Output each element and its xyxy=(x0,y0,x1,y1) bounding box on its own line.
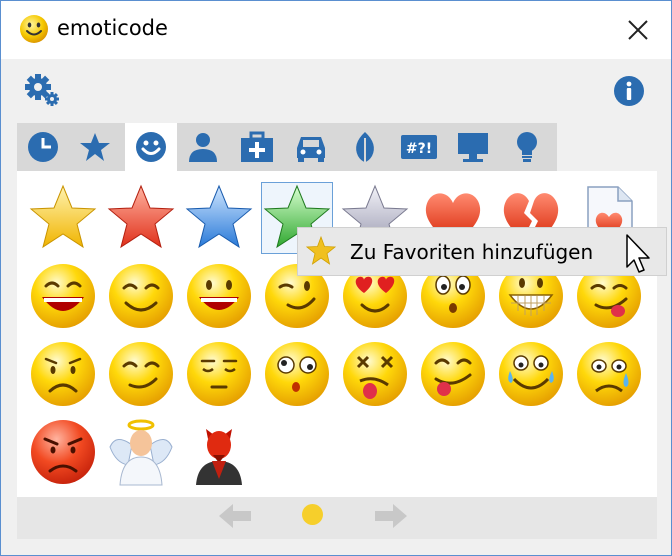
emoji-crying-face[interactable] xyxy=(574,339,644,409)
tab-recent[interactable] xyxy=(17,123,69,171)
emoji-tears-of-joy-face[interactable] xyxy=(496,339,566,409)
emoji-grinning-face[interactable] xyxy=(184,261,254,331)
emoji-yellow-star[interactable] xyxy=(28,183,98,253)
arrow-right-icon[interactable] xyxy=(373,502,409,530)
info-icon[interactable] xyxy=(613,75,645,107)
smiley-icon xyxy=(136,132,166,162)
tab-travel[interactable] xyxy=(285,123,337,171)
tab-symbols[interactable]: #?! xyxy=(393,123,445,171)
category-tabs: #?! xyxy=(17,123,557,171)
svg-text:#?!: #?! xyxy=(406,141,432,157)
emoji-red-star[interactable] xyxy=(106,183,176,253)
page-indicator-dot[interactable] xyxy=(302,504,323,525)
star-icon xyxy=(306,236,336,265)
tab-people[interactable] xyxy=(177,123,229,171)
lightbulb-icon xyxy=(517,132,537,162)
monitor-icon xyxy=(458,133,488,162)
tab-computer[interactable] xyxy=(447,123,499,171)
emoji-confused-face[interactable] xyxy=(262,339,332,409)
emoji-blue-star[interactable] xyxy=(184,183,254,253)
emoji-angry-face[interactable] xyxy=(28,417,98,487)
emoji-sad-face[interactable] xyxy=(28,339,98,409)
close-icon[interactable] xyxy=(623,15,653,45)
emoji-devil[interactable] xyxy=(184,417,254,487)
gear-icon[interactable] xyxy=(23,73,63,109)
car-icon xyxy=(297,137,325,162)
add-to-favorites-label: Zu Favoriten hinzufügen xyxy=(350,240,594,264)
pagination-bar xyxy=(17,497,657,539)
clock-icon xyxy=(28,132,58,162)
emoji-grid xyxy=(17,171,657,497)
tab-objects[interactable] xyxy=(231,123,283,171)
medical-bag-icon xyxy=(241,131,273,162)
mouse-pointer-icon xyxy=(626,234,650,273)
tab-favorites[interactable] xyxy=(69,123,121,171)
emoji-angel[interactable] xyxy=(106,417,176,487)
smiley-icon xyxy=(20,15,48,43)
title-bar: emoticode xyxy=(1,1,671,59)
emoji-smiling-face[interactable] xyxy=(106,261,176,331)
app-window: emoticode #?! Zu Favoriten hinzufügen xyxy=(0,0,672,556)
symbols-icon: #?! xyxy=(401,135,437,159)
person-icon xyxy=(189,133,217,162)
emoji-sleepy-face[interactable] xyxy=(184,339,254,409)
leaf-icon xyxy=(356,132,374,162)
emoji-laughing-face[interactable] xyxy=(28,261,98,331)
star-icon xyxy=(80,133,110,161)
emoji-smirking-face[interactable] xyxy=(106,339,176,409)
tab-ideas[interactable] xyxy=(501,123,553,171)
tab-nature[interactable] xyxy=(339,123,391,171)
emoji-silly-face[interactable] xyxy=(418,339,488,409)
add-to-favorites-menu-item[interactable]: Zu Favoriten hinzufügen xyxy=(297,227,667,276)
tab-smileys[interactable] xyxy=(125,123,177,171)
emoji-dizzy-face[interactable] xyxy=(340,339,410,409)
window-title: emoticode xyxy=(57,16,168,40)
arrow-left-icon[interactable] xyxy=(217,502,253,530)
